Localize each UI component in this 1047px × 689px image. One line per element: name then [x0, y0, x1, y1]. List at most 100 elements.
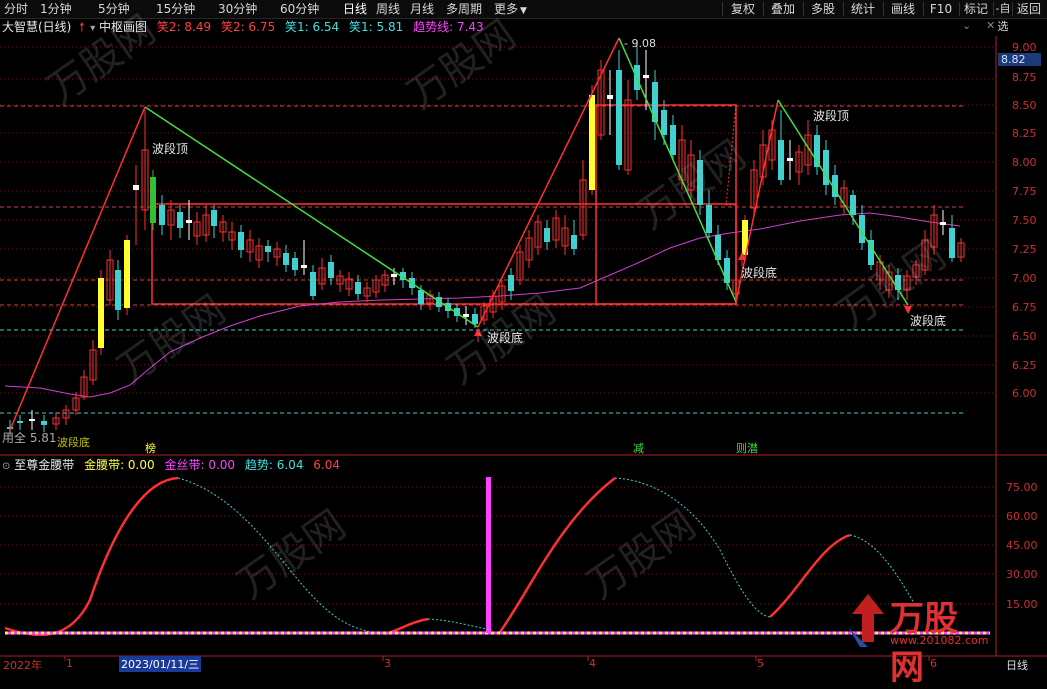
reference-levels: [0, 105, 965, 414]
y-tick-label: 7.00: [1012, 272, 1037, 285]
period-fenshi[interactable]: 分时: [4, 0, 28, 18]
f10-button[interactable]: F10: [925, 0, 957, 18]
arrow-up-icon: [474, 328, 482, 336]
period-toolbar: 分时 1分钟 5分钟 15分钟 30分钟 60分钟 日线 周线 月线 多周期 更…: [0, 0, 1047, 33]
sub-curve-down-2: [427, 618, 493, 631]
sub-y-tick-label: 30.00: [1006, 568, 1038, 581]
y-tick-label: 7.25: [1012, 243, 1037, 256]
period-60min[interactable]: 60分钟: [280, 0, 319, 18]
signal-tag: 则潜: [736, 442, 758, 455]
corner-text: 用全: [2, 431, 27, 445]
stock-title: 大智慧(日线): [2, 20, 72, 34]
peak-price-label: - 9.08: [624, 37, 656, 50]
wave-up-1: [9, 106, 146, 431]
pivot-box-1: [151, 203, 737, 305]
arrow-up-icon: [738, 252, 746, 260]
pivot-box-2: [595, 104, 737, 305]
period-month[interactable]: 月线: [410, 0, 434, 18]
sub-indicator-name[interactable]: 至尊金腰带: [14, 458, 74, 472]
low-price-label: 用全 5.81: [2, 429, 57, 446]
wave-bottom-label: 波段底: [910, 314, 947, 328]
wave-down-1: [144, 106, 479, 328]
fuquan-button[interactable]: 复权: [725, 0, 761, 18]
sub-value-1: 金腰带: 0.00: [84, 458, 155, 472]
sub-curve-up-2: [384, 617, 429, 636]
signal-tag: 榜: [145, 442, 156, 455]
period-multi[interactable]: 多周期: [446, 0, 482, 18]
sub-legend: ⊙ 至尊金腰带 金腰带: 0.00 金丝带: 0.00 趋势: 6.04 6.0…: [2, 457, 340, 473]
sub-value-2: 金丝带: 0.00: [164, 458, 236, 472]
period-week[interactable]: 周线: [376, 0, 400, 18]
pivot-box-dash: [725, 104, 737, 206]
y-tick-label: 8.25: [1012, 127, 1037, 140]
chevron-down-icon: ▼: [520, 6, 527, 16]
candles: [7, 40, 965, 435]
period-5min[interactable]: 5分钟: [98, 0, 130, 18]
wave-down-2: [618, 37, 737, 303]
period-15min[interactable]: 15分钟: [156, 0, 195, 18]
sub-value-4: 6.04: [313, 458, 340, 472]
mark-button[interactable]: 标记: [961, 0, 991, 18]
y-tick-label: 8.50: [1012, 99, 1037, 112]
back-button[interactable]: 返回: [1014, 0, 1044, 18]
divider: [763, 2, 764, 16]
wave-up-2: [477, 37, 620, 328]
main-indicator-name[interactable]: 中枢画图: [99, 20, 147, 34]
svg-text:万股网: 万股网: [109, 287, 234, 394]
divider: [843, 2, 844, 16]
overlay-button[interactable]: 叠加: [765, 0, 801, 18]
corner-wave-bottom: 波段底: [57, 436, 90, 449]
indicator-dropdown-icon[interactable]: ▾: [90, 23, 95, 34]
legend-value-4: 笑1: 5.81: [349, 20, 404, 34]
time-cursor-label: 2023/01/11/三: [119, 656, 202, 672]
sub-y-tick-label: 15.00: [1006, 598, 1038, 611]
chart-canvas: 万股网 万股网 万股网 万股网 万股网 万股网 万股网 万股网: [0, 7, 1047, 661]
arrow-logo-icon: [848, 594, 884, 647]
signal-tag: 减: [633, 442, 644, 455]
sub-curve-down-3: [614, 477, 771, 618]
period-1min[interactable]: 1分钟: [40, 0, 72, 18]
sub-y-tick-label: 75.00: [1006, 481, 1038, 494]
divider: [1012, 2, 1013, 16]
y-tick-label: 9.00: [1012, 41, 1037, 54]
panel-close-icon[interactable]: ✕: [986, 19, 995, 32]
sub-curve-up-3: [498, 477, 616, 633]
trend-line: [4, 212, 961, 398]
legend-value-5: 趋势线: 7.43: [413, 20, 484, 34]
time-label: 2022年: [3, 659, 42, 672]
y-tick-label: 8.00: [1012, 156, 1037, 169]
period-day[interactable]: 日线: [343, 0, 367, 18]
sub-curve-down-1: [177, 477, 386, 635]
multi-stock-button[interactable]: 多股: [805, 0, 841, 18]
svg-text:万股网: 万股网: [579, 502, 704, 609]
divider: [722, 2, 723, 16]
wave-top-label: 波段顶: [813, 109, 850, 123]
y-tick-label: 6.75: [1012, 301, 1037, 314]
y-tick-label: 7.50: [1012, 214, 1037, 227]
brand-logo: 万股网 www.201082.com: [838, 587, 988, 688]
y-tick-label: 8.75: [1012, 71, 1037, 84]
time-label: 5: [757, 657, 764, 670]
wave-bottom-label: 波段底: [487, 331, 524, 345]
period-30min[interactable]: 30分钟: [218, 0, 257, 18]
svg-text:万股网: 万股网: [629, 132, 754, 239]
add-watchlist-button[interactable]: -自选: [994, 0, 1012, 33]
draw-line-button[interactable]: 画线: [885, 0, 921, 18]
more-label: 更多: [494, 2, 519, 16]
silk-spike-bar: [486, 477, 491, 633]
stats-button[interactable]: 统计: [845, 0, 881, 18]
period-indicator[interactable]: 日线: [1006, 657, 1028, 673]
divider: [923, 2, 924, 16]
time-label: 4: [589, 657, 596, 670]
peak-value: 9.08: [631, 37, 656, 50]
y-tick-label: 7.75: [1012, 185, 1037, 198]
sub-value-3: 趋势: 6.04: [244, 458, 304, 472]
period-more[interactable]: 更多 ▼: [494, 0, 527, 18]
y-tick-label: 6.00: [1012, 387, 1037, 400]
sub-dropdown-icon[interactable]: ⊙: [2, 461, 10, 472]
low-value: 5.81: [29, 431, 57, 445]
time-label: 3: [384, 657, 391, 670]
panel-menu-icon[interactable]: ⌄: [962, 19, 971, 32]
legend-value-3: 笑1: 6.54: [284, 20, 340, 34]
divider: [959, 2, 960, 16]
